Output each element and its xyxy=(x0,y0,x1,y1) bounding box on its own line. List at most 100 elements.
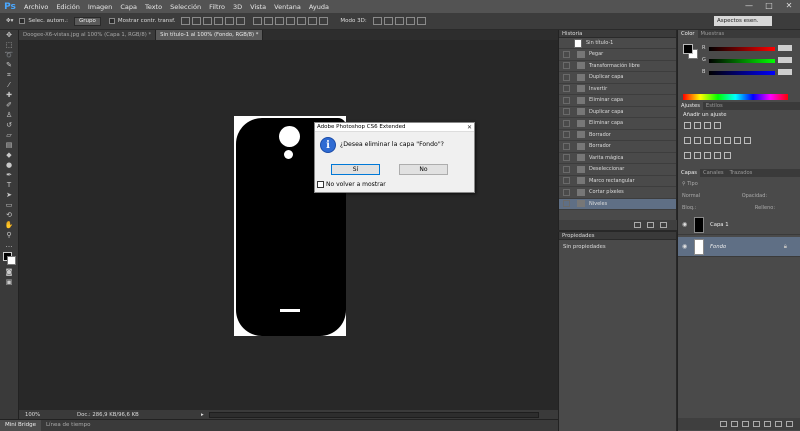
pen-tool-icon[interactable]: ✒ xyxy=(2,171,16,180)
roll-3d-icon[interactable] xyxy=(383,17,393,25)
menu-3d[interactable]: 3D xyxy=(233,3,242,11)
green-slider[interactable] xyxy=(709,59,775,63)
tab-mini-bridge[interactable]: Mini Bridge xyxy=(0,420,41,431)
foreground-color-swatch[interactable] xyxy=(683,44,693,54)
marquee-tool-icon[interactable]: ⬚ xyxy=(2,41,16,50)
black-white-icon[interactable] xyxy=(714,137,721,144)
history-source-box[interactable] xyxy=(563,188,570,196)
3d-tool-icon[interactable]: ⟲ xyxy=(2,211,16,220)
layer-row-fondo[interactable]: ◉ Fondo 🔒︎ xyxy=(678,237,800,257)
new-document-from-state-icon[interactable] xyxy=(634,222,641,228)
status-arrow-icon[interactable]: ▸ xyxy=(201,412,204,418)
history-item[interactable]: Cortar píxeles xyxy=(559,187,676,199)
hand-tool-icon[interactable]: ✋ xyxy=(2,221,16,230)
green-value-field[interactable] xyxy=(778,57,792,63)
tab-timeline[interactable]: Línea de tiempo xyxy=(41,420,96,431)
tab-sin-titulo[interactable]: Sin título-1 al 100% (Fondo, RGB/8) * xyxy=(156,30,264,40)
visibility-eye-icon[interactable]: ◉ xyxy=(682,221,690,228)
auto-select-dropdown[interactable]: Grupo xyxy=(74,16,101,26)
trash-icon[interactable] xyxy=(786,421,793,427)
history-brush-tool-icon[interactable]: ↺ xyxy=(2,121,16,130)
dodge-tool-icon[interactable]: ● xyxy=(2,161,16,170)
history-item[interactable]: Marco rectangular xyxy=(559,176,676,187)
menu-imagen[interactable]: Imagen xyxy=(88,3,112,11)
history-item[interactable]: Borrador xyxy=(559,130,676,141)
menu-archivo[interactable]: Archivo xyxy=(24,3,48,11)
red-slider[interactable] xyxy=(709,47,775,51)
distribute-right-icon[interactable] xyxy=(308,17,318,25)
color-swatches-icon[interactable] xyxy=(2,251,16,267)
healing-tool-icon[interactable]: ✚ xyxy=(2,91,16,100)
drag-3d-icon[interactable] xyxy=(394,17,404,25)
history-item[interactable]: Invertir xyxy=(559,84,676,95)
history-source-box[interactable] xyxy=(563,108,570,116)
crop-tool-icon[interactable]: ⌗ xyxy=(2,71,16,80)
selective-color-icon[interactable] xyxy=(714,152,721,159)
brightness-icon[interactable] xyxy=(684,122,691,129)
zoom-tool-icon[interactable]: ⚲ xyxy=(2,231,16,240)
close-button[interactable]: ✕ xyxy=(782,1,796,11)
quick-mask-icon[interactable]: ◙ xyxy=(2,268,16,277)
tab-layers[interactable]: Capas xyxy=(678,169,700,177)
layer-style-icon[interactable] xyxy=(731,421,738,427)
layer-row-capa-1[interactable]: ◉ Capa 1 xyxy=(678,215,800,235)
align-middle-icon[interactable] xyxy=(192,17,202,25)
history-source-box[interactable] xyxy=(563,96,570,104)
tab-color[interactable]: Color xyxy=(678,30,698,38)
tab-adjustments[interactable]: Ajustes xyxy=(678,102,703,110)
distribute-left-icon[interactable] xyxy=(286,17,296,25)
align-left-icon[interactable] xyxy=(214,17,224,25)
history-source-box[interactable] xyxy=(563,131,570,139)
history-source-box[interactable] xyxy=(563,85,570,93)
history-source-box[interactable] xyxy=(563,62,570,70)
distribute-middle-icon[interactable] xyxy=(264,17,274,25)
blue-value-field[interactable] xyxy=(778,69,792,75)
history-header[interactable]: Historia xyxy=(559,30,676,38)
horizontal-scrollbar[interactable] xyxy=(208,411,539,418)
history-item[interactable]: Eliminar capa xyxy=(559,118,676,130)
history-source-box[interactable] xyxy=(563,177,570,185)
history-source-box[interactable] xyxy=(563,165,570,173)
history-item[interactable]: Duplicar capa xyxy=(559,72,676,84)
color-balance-icon[interactable] xyxy=(704,137,711,144)
photo-filter-icon[interactable] xyxy=(724,137,731,144)
menu-texto[interactable]: Texto xyxy=(145,3,162,11)
red-value-field[interactable] xyxy=(778,45,792,51)
invert-icon[interactable] xyxy=(684,152,691,159)
history-item[interactable]: Varita mágica xyxy=(559,153,676,164)
menu-ventana[interactable]: Ventana xyxy=(274,3,301,11)
gradient-map-icon[interactable] xyxy=(724,152,731,159)
brush-tool-icon[interactable]: ✐ xyxy=(2,101,16,110)
menu-seleccion[interactable]: Selección xyxy=(170,3,201,11)
eyedropper-tool-icon[interactable]: ⁄ xyxy=(2,81,16,90)
curves-icon[interactable] xyxy=(704,122,711,129)
distribute-bottom-icon[interactable] xyxy=(275,17,285,25)
menu-ayuda[interactable]: Ayuda xyxy=(309,3,329,11)
move-tool-icon[interactable]: ✥▾ xyxy=(6,18,13,24)
distribute-top-icon[interactable] xyxy=(253,17,263,25)
no-button[interactable]: No xyxy=(399,164,448,175)
color-lookup-icon[interactable] xyxy=(744,137,751,144)
channel-mixer-icon[interactable] xyxy=(734,137,741,144)
auto-select-checkbox[interactable] xyxy=(19,18,26,24)
history-item[interactable]: Transformación libre xyxy=(559,61,676,72)
new-snapshot-icon[interactable] xyxy=(647,222,654,228)
link-layers-icon[interactable] xyxy=(720,421,727,427)
menu-edicion[interactable]: Edición xyxy=(56,3,80,11)
blend-mode-dropdown[interactable]: Normal xyxy=(682,193,700,199)
extra-tool-icon[interactable]: … xyxy=(2,241,16,250)
shape-tool-icon[interactable]: ▭ xyxy=(2,201,16,210)
new-group-icon[interactable] xyxy=(764,421,771,427)
levels-icon[interactable] xyxy=(694,122,701,129)
align-center-icon[interactable] xyxy=(225,17,235,25)
dont-show-again-checkbox[interactable] xyxy=(317,181,324,188)
workspace-dropdown[interactable]: Aspectos esen. xyxy=(714,16,772,26)
lasso-tool-icon[interactable]: ➰ xyxy=(2,51,16,60)
eraser-tool-icon[interactable]: ▱ xyxy=(2,131,16,140)
history-source-box[interactable] xyxy=(563,200,570,208)
trash-icon[interactable] xyxy=(660,222,667,228)
layer-filter-dropdown[interactable]: Tipo xyxy=(687,181,698,187)
tab-paths[interactable]: Trazados xyxy=(727,169,756,177)
stamp-tool-icon[interactable]: ♙ xyxy=(2,111,16,120)
scale-3d-icon[interactable] xyxy=(416,17,426,25)
